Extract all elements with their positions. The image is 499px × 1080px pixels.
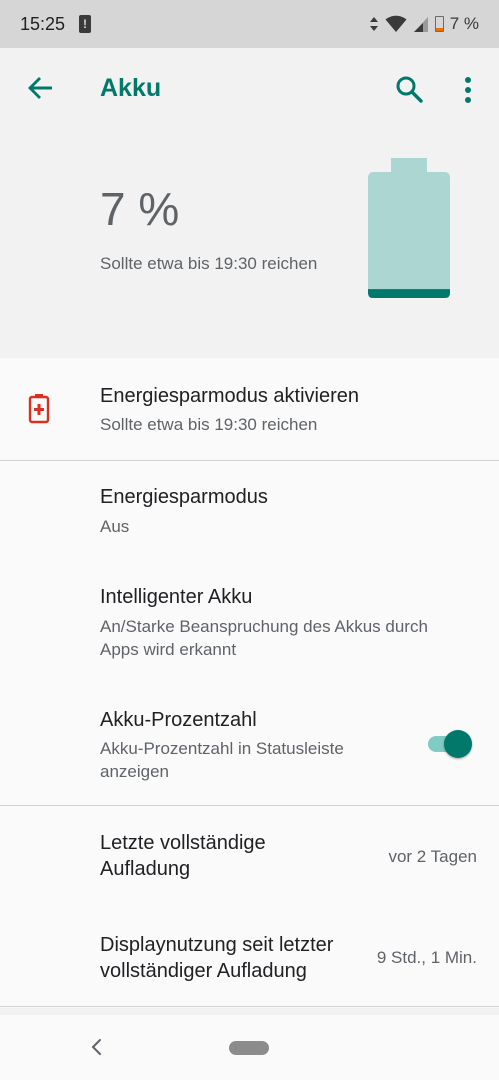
list-item-screen-usage[interactable]: Displaynutzung seit letzter vollständige…: [0, 910, 499, 1006]
status-time: 15:25: [20, 13, 66, 34]
more-vert-icon[interactable]: [452, 72, 484, 108]
status-bar: 15:25 ! 7 %: [0, 0, 499, 48]
screen-usage-value: 9 Std., 1 Min.: [376, 948, 477, 967]
item-subtitle: Aus: [100, 517, 130, 536]
list-item-battery-saver[interactable]: Energiesparmodus Aus: [0, 461, 499, 561]
data-arrows-icon: [369, 17, 378, 31]
list-item-adaptive-battery[interactable]: Intelligenter Akku An/Starke Beanspruchu…: [0, 561, 499, 685]
item-title-line2: Aufladung: [100, 858, 191, 880]
nav-home-pill[interactable]: [229, 1041, 269, 1055]
battery-percentage-toggle[interactable]: [426, 729, 474, 759]
item-title-line2: vollständiger Aufladung: [100, 960, 307, 982]
status-battery-percent: 7 %: [449, 14, 479, 33]
toggle-thumb: [444, 730, 472, 758]
last-full-charge-value: vor 2 Tagen: [388, 847, 477, 866]
alert-icon: !: [79, 15, 92, 33]
signal-icon: [413, 17, 428, 32]
item-subtitle-line2: Apps wird erkannt: [100, 640, 237, 659]
item-subtitle-line1: An/Starke Beanspruchung des Akkus durch: [100, 617, 428, 636]
battery-alert-icon: [28, 394, 50, 424]
battery-level-graphic: [368, 158, 450, 298]
navigation-bar: [0, 1015, 499, 1080]
item-subtitle-line1: Akku-Prozentzahl in Statusleiste: [100, 739, 344, 758]
battery-icon: [434, 16, 444, 32]
list-item-battery-saver-activate[interactable]: Energiesparmodus aktivieren Sollte etwa …: [0, 358, 499, 460]
list-item-battery-percentage[interactable]: Akku-Prozentzahl Akku-Prozentzahl in Sta…: [0, 685, 499, 805]
item-title: Energiesparmodus: [100, 486, 268, 508]
list-item-last-full-charge[interactable]: Letzte vollständige Aufladung vor 2 Tage…: [0, 806, 499, 910]
battery-percent: 7 %: [100, 183, 180, 235]
item-title-line1: Displaynutzung seit letzter: [100, 934, 334, 956]
battery-estimate: Sollte etwa bis 19:30 reichen: [100, 254, 318, 273]
item-title-line1: Letzte vollständige: [100, 832, 266, 854]
item-subtitle: Sollte etwa bis 19:30 reichen: [100, 415, 318, 434]
battery-header: Akku 7 % Sollte etwa bis 19:30 reichen: [0, 48, 499, 358]
item-title: Akku-Prozentzahl: [100, 709, 257, 731]
wifi-icon: [385, 15, 407, 32]
toolbar: Akku: [0, 48, 499, 132]
status-icons: 7 %: [369, 14, 479, 34]
item-title: Energiesparmodus aktivieren: [100, 385, 360, 407]
nav-back-icon[interactable]: [86, 1035, 106, 1059]
item-title: Intelligenter Akku: [100, 586, 253, 608]
item-subtitle-line2: anzeigen: [100, 762, 170, 781]
search-icon[interactable]: [392, 72, 428, 108]
settings-list: Energiesparmodus aktivieren Sollte etwa …: [0, 358, 499, 1008]
arrow-left-icon[interactable]: [22, 70, 58, 106]
divider: [0, 1006, 499, 1007]
page-title: Akku: [100, 74, 162, 102]
